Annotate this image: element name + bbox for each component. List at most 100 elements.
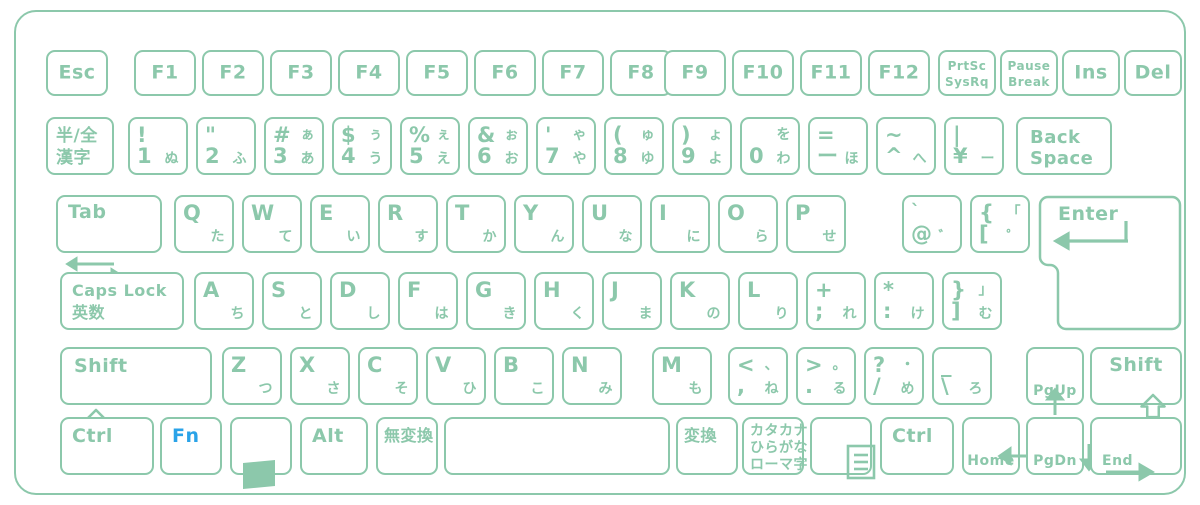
key-l[interactable]: L り (738, 272, 798, 330)
key-muhenkan-label: 無変換 (384, 426, 434, 445)
key-muhenkan[interactable]: 無変換 (376, 417, 438, 475)
key-del-label: Del (1134, 61, 1172, 84)
key-bracket-right[interactable]: } ] 」 む (942, 272, 1002, 330)
key-arrow-down[interactable]: PgDn (1026, 417, 1099, 475)
key-f9[interactable]: F9 (664, 50, 726, 96)
key-shift-left[interactable]: Shift (60, 347, 212, 435)
key-semicolon[interactable]: + ; れ (806, 272, 866, 330)
key-p[interactable]: P せ (786, 195, 846, 253)
key-henkan[interactable]: 変換 (676, 417, 738, 475)
key-arrow-up[interactable]: PgUp (1026, 347, 1084, 415)
key-f11[interactable]: F11 (800, 50, 862, 96)
key-d[interactable]: D し (330, 272, 390, 330)
key-digit-4[interactable]: $ 4 ぅ う (332, 117, 392, 175)
key-capslock[interactable]: Caps Lock 英数 (60, 272, 184, 330)
key-u[interactable]: U な (582, 195, 642, 253)
key-tab[interactable]: Tab (56, 195, 162, 283)
key-caret[interactable]: ~ ^ へ (876, 117, 936, 175)
key-pause[interactable]: Pause Break (1000, 50, 1058, 96)
key-period-kana: る (832, 381, 847, 397)
key-period[interactable]: > . 。 る (796, 347, 856, 405)
key-c[interactable]: C そ (358, 347, 418, 405)
key-m[interactable]: M も (652, 347, 712, 405)
key-digit-6[interactable]: & 6 ぉ お (468, 117, 528, 175)
key-e[interactable]: E い (310, 195, 370, 253)
key-digit-2[interactable]: " 2 ふ (196, 117, 256, 175)
key-f10[interactable]: F10 (732, 50, 794, 96)
key-digit-9[interactable]: ) 9 ょ よ (672, 117, 732, 175)
key-backslash-ro[interactable]: _ \ ろ (932, 347, 992, 405)
key-r[interactable]: R す (378, 195, 438, 253)
key-q-letter: Q (183, 201, 202, 225)
key-t[interactable]: T か (446, 195, 506, 253)
key-s[interactable]: S と (262, 272, 322, 330)
key-digit-5-base: 5 (409, 144, 425, 168)
key-ins[interactable]: Ins (1062, 50, 1120, 96)
key-b[interactable]: B こ (494, 347, 554, 405)
key-digit-0[interactable]: 0 を わ (740, 117, 800, 175)
key-a[interactable]: A ち (194, 272, 254, 330)
key-v[interactable]: V ひ (426, 347, 486, 405)
key-digit-7[interactable]: ' 7 ゃ や (536, 117, 596, 175)
key-del[interactable]: Del (1124, 50, 1182, 96)
key-minus[interactable]: = ー ほ (808, 117, 868, 175)
key-space[interactable] (444, 417, 670, 475)
key-x[interactable]: X さ (290, 347, 350, 405)
key-y[interactable]: Y ん (514, 195, 574, 253)
key-f1[interactable]: F1 (134, 50, 196, 96)
key-digit-9-kana-small: ょ (708, 127, 723, 143)
key-f[interactable]: F は (398, 272, 458, 330)
key-f6[interactable]: F6 (474, 50, 536, 96)
key-x-letter: X (299, 353, 316, 377)
key-i[interactable]: I に (650, 195, 710, 253)
key-digit-3[interactable]: # 3 ぁ あ (264, 117, 324, 175)
key-prtsc[interactable]: PrtSc SysRq (938, 50, 996, 96)
key-z[interactable]: Z つ (222, 347, 282, 405)
key-j[interactable]: J ま (602, 272, 662, 330)
key-digit-3-kana: あ (300, 151, 315, 167)
key-f2[interactable]: F2 (202, 50, 264, 96)
key-arrow-left[interactable]: Home (962, 417, 1036, 475)
key-slash[interactable]: ? / ・ め (864, 347, 924, 405)
key-g[interactable]: G き (466, 272, 526, 330)
key-digit-1[interactable]: ! 1 ぬ (128, 117, 188, 175)
key-digit-5-kana: え (436, 151, 451, 167)
key-f3[interactable]: F3 (270, 50, 332, 96)
key-f8[interactable]: F8 (610, 50, 672, 96)
key-esc[interactable]: Esc (46, 50, 108, 96)
key-hankaku-zenkaku[interactable]: 半/全 漢字 (46, 117, 114, 175)
key-windows[interactable] (230, 417, 292, 489)
key-yen[interactable]: | ¥ ー (944, 117, 1004, 175)
key-f5[interactable]: F5 (406, 50, 468, 96)
key-f11-label: F11 (810, 61, 852, 84)
key-backspace[interactable]: Back Space (1016, 117, 1112, 175)
key-o[interactable]: O ら (718, 195, 778, 253)
key-f12[interactable]: F12 (868, 50, 930, 96)
key-digit-5[interactable]: % 5 ぇ え (400, 117, 460, 175)
key-f7[interactable]: F7 (542, 50, 604, 96)
key-digit-8[interactable]: ( 8 ゅ ゆ (604, 117, 664, 175)
key-f4[interactable]: F4 (338, 50, 400, 96)
key-ctrl-left[interactable]: Ctrl (60, 417, 154, 475)
key-k[interactable]: K の (670, 272, 730, 330)
key-shift-right[interactable]: Shift (1090, 347, 1182, 419)
key-katakana-hiragana[interactable]: カタカナ ひらがな ローマ字 (742, 417, 808, 475)
key-alt-left[interactable]: Alt (300, 417, 368, 475)
key-arrow-right[interactable]: End (1090, 417, 1182, 482)
key-q[interactable]: Q た (174, 195, 234, 253)
key-h[interactable]: H く (534, 272, 594, 330)
key-menu[interactable] (810, 417, 875, 480)
key-k-letter: K (679, 278, 696, 302)
key-ctrl-right[interactable]: Ctrl (880, 417, 954, 475)
key-u-letter: U (591, 201, 609, 225)
key-bracket-left[interactable]: { [ 「 ゜ (970, 195, 1030, 253)
key-comma-kana: ね (764, 381, 779, 397)
key-at[interactable]: ` @ ゛ (902, 195, 962, 253)
key-fn[interactable]: Fn (160, 417, 222, 475)
key-enter[interactable]: Enter (1038, 195, 1182, 331)
key-comma[interactable]: < , 、 ね (728, 347, 788, 405)
key-w[interactable]: W て (242, 195, 302, 253)
key-ins-label: Ins (1074, 61, 1108, 84)
key-n[interactable]: N み (562, 347, 622, 405)
key-colon[interactable]: * : け (874, 272, 934, 330)
